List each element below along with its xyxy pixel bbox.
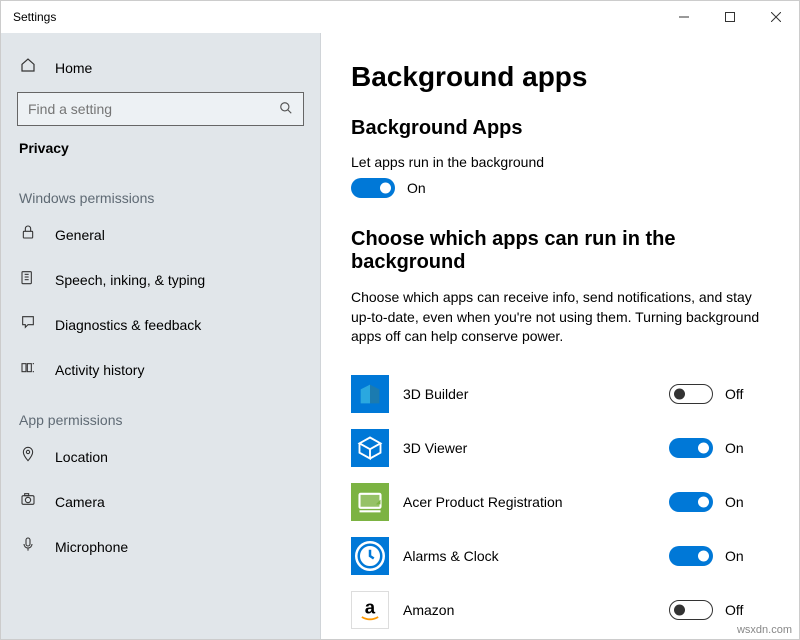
master-toggle-label: Let apps run in the background [351,154,769,170]
sidebar-item-location[interactable]: Location [17,434,304,479]
app-toggle-state: On [725,440,744,456]
app-toggle-state: On [725,548,744,564]
location-icon [19,446,37,467]
window-controls [661,1,799,33]
svg-text:a: a [365,596,376,617]
home-icon [19,57,37,78]
sidebar-item-camera[interactable]: Camera [17,479,304,524]
app-toggle-wrap: On [669,438,769,458]
master-toggle-state: On [407,180,426,196]
app-icon [351,375,389,413]
search-icon [279,101,293,118]
window-body: Home Privacy Windows permissions General… [1,33,799,639]
sidebar-item-diagnostics-feedback[interactable]: Diagnostics & feedback [17,302,304,347]
app-name: Amazon [403,602,655,618]
app-icon: a [351,591,389,629]
home-label: Home [55,60,92,76]
close-button[interactable] [753,1,799,33]
app-toggle-wrap: On [669,492,769,512]
mic-icon [19,536,37,557]
titlebar: Settings [1,1,799,33]
history-icon [19,359,37,380]
minimize-button[interactable] [661,1,707,33]
app-toggle[interactable] [669,438,713,458]
app-name: 3D Viewer [403,440,655,456]
sidebar-category: Privacy [17,140,304,170]
window-title: Settings [13,10,56,24]
sidebar-item-label: Activity history [55,362,144,378]
settings-window: Settings Home [0,0,800,640]
page-title: Background apps [351,61,769,93]
app-toggle-wrap: Off [669,600,769,620]
app-icon [351,537,389,575]
sidebar-item-label: General [55,227,105,243]
app-name: Alarms & Clock [403,548,655,564]
app-name: 3D Builder [403,386,655,402]
search-input[interactable] [28,101,279,117]
section-choose-apps-desc: Choose which apps can receive info, send… [351,288,769,347]
sidebar-item-general[interactable]: General [17,212,304,257]
feedback-icon [19,314,37,335]
lock-icon [19,224,37,245]
home-nav[interactable]: Home [17,51,304,92]
sidebar-item-speech-inking-typing[interactable]: Speech, inking, & typing [17,257,304,302]
camera-icon [19,491,37,512]
master-toggle-row: On [351,178,769,198]
app-toggle[interactable] [669,492,713,512]
master-toggle[interactable] [351,178,395,198]
section-background-apps-title: Background Apps [351,117,769,140]
app-icon [351,429,389,467]
section-choose-apps-title: Choose which apps can run in the backgro… [351,228,769,274]
maximize-button[interactable] [707,1,753,33]
sidebar-item-label: Camera [55,494,105,510]
app-row: 3D Builder Off [351,367,769,421]
sidebar-item-label: Location [55,449,108,465]
app-toggle-state: Off [725,602,743,618]
app-row: a Amazon Off [351,583,769,637]
app-toggle-wrap: On [669,546,769,566]
main-content: Background apps Background Apps Let apps… [321,33,799,639]
keyboard-icon [19,269,37,290]
apps-list: 3D Builder Off 3D Viewer On Acer Product… [351,367,769,637]
app-toggle[interactable] [669,600,713,620]
sidebar-section-app-permissions: App permissions [17,392,304,434]
sidebar-item-microphone[interactable]: Microphone [17,524,304,569]
search-box[interactable] [17,92,304,126]
sidebar: Home Privacy Windows permissions General… [1,33,321,639]
sidebar-item-label: Diagnostics & feedback [55,317,201,333]
sidebar-item-label: Microphone [55,539,128,555]
app-toggle-wrap: Off [669,384,769,404]
app-name: Acer Product Registration [403,494,655,510]
app-row: 3D Viewer On [351,421,769,475]
sidebar-item-activity-history[interactable]: Activity history [17,347,304,392]
app-row: Alarms & Clock On [351,529,769,583]
app-toggle[interactable] [669,546,713,566]
app-toggle[interactable] [669,384,713,404]
watermark: wsxdn.com [737,624,792,636]
sidebar-section-windows-permissions: Windows permissions [17,170,304,212]
app-toggle-state: Off [725,386,743,402]
app-toggle-state: On [725,494,744,510]
app-icon [351,483,389,521]
app-row: Acer Product Registration On [351,475,769,529]
sidebar-item-label: Speech, inking, & typing [55,272,205,288]
